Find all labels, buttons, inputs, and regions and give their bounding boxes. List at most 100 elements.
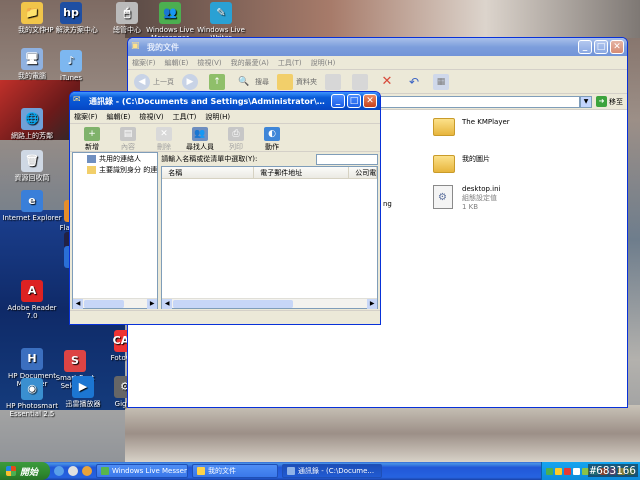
new-contact-button[interactable]: + 新增 [74,127,110,152]
back-button[interactable]: ◀ 上一頁 [134,73,174,90]
explorer-title: 我的文件 [147,42,179,52]
tree-item-main-identity[interactable]: 主要識別身分 的連 [73,164,157,175]
minimize-button[interactable]: _ [331,94,345,108]
list-scrollbar[interactable]: ◀ ▶ [162,298,378,309]
views-button[interactable]: ▦ [433,73,452,90]
desktop-icon[interactable]: 🗑 資源回收筒 [1,150,63,182]
quicklaunch-ie-icon[interactable] [54,466,64,476]
close-button[interactable]: ✕ [363,94,377,108]
maximize-button[interactable]: □ [347,94,361,108]
find-people-button[interactable]: 👥 尋找人員 [182,127,218,152]
forward-button[interactable]: ▶ [182,73,201,90]
close-button[interactable]: ✕ [610,40,624,54]
forward-arrow-icon: ▶ [182,73,198,90]
menu-tools[interactable]: 工具(T) [173,112,197,122]
tray-icon[interactable] [573,467,580,475]
menu-edit[interactable]: 編輯(E) [165,58,189,68]
quicklaunch-desktop-icon[interactable] [68,466,78,476]
up-button[interactable]: ↑ [209,73,228,90]
properties-icon: ▤ [120,127,136,141]
column-header-name[interactable]: 名稱 [162,167,255,178]
desktop-icon-image: 🌐 [21,108,43,130]
start-button[interactable]: 開始 [0,462,50,480]
print-button[interactable]: ⎙ 列印 [218,127,254,152]
scroll-thumb[interactable] [84,300,124,308]
taskbar-task[interactable]: 我的文件 [192,464,278,478]
move-icon [325,73,341,90]
explorer-titlebar[interactable]: ▣ 我的文件 _ □ ✕ [128,38,627,56]
taskbar: 開始 Windows Live Messen... 我的文件 通訊錄 - (C:… [0,462,640,480]
search-input[interactable] [316,153,379,165]
address-dropdown-button[interactable]: ▼ [580,95,592,108]
desktop-icon-label: HP 解決方案中心 [44,26,98,34]
go-button[interactable]: ➜ 移至 [596,96,623,107]
menu-view[interactable]: 檢視(V) [139,112,163,122]
properties-button[interactable]: ▤ 內容 [110,127,146,152]
file-name: 我的圖片 [462,155,490,163]
menu-help[interactable]: 說明(H) [205,112,230,122]
copy-to-button[interactable] [352,73,371,90]
start-label: 開始 [20,467,39,478]
addressbook-titlebar[interactable]: ✉ 通訊錄 - (C:\Documents and Settings\Admin… [70,92,380,110]
delete-button[interactable]: ✕ [379,74,398,90]
up-folder-icon: ↑ [209,73,225,90]
search-button[interactable]: 🔍 搜尋 [236,74,269,90]
tree-item-shared-contacts[interactable]: 共用的連絡人 [73,153,157,164]
column-header-company[interactable]: 公司電 [349,167,378,178]
folder-icon [87,165,96,174]
desktop-icon-image: 🖱 [116,2,138,24]
scroll-left-icon[interactable]: ◀ [162,299,173,309]
tray-icon[interactable] [555,467,562,475]
desktop-icon[interactable]: A Adobe Reader 7.0 [1,280,63,320]
go-arrow-icon: ➜ [596,96,607,107]
folders-button[interactable]: 資料夾 [277,73,317,90]
desktop-icon-image: hp [60,2,82,24]
action-button[interactable]: ◐ 動作 [254,127,290,152]
desktop-icon[interactable]: ♪ iTunes [40,50,102,82]
menu-help[interactable]: 說明(H) [311,58,336,68]
scroll-right-icon[interactable]: ▶ [147,299,158,309]
file-name: The KMPlayer [462,118,510,126]
desktop-icon-label: 資源回收筒 [14,174,50,182]
maximize-button[interactable]: □ [594,40,608,54]
menu-file[interactable]: 檔案(F) [74,112,98,122]
toolbar-label: 動作 [265,143,279,151]
desktop-icon[interactable]: ✎Windows Live Writer [190,2,252,42]
folder-tree[interactable]: 共用的連絡人 主要識別身分 的連 ◀ ▶ [72,152,159,309]
tray-icon[interactable] [546,467,553,475]
addressbook-toolbar: + 新增 ▤ 內容 ✕ 刪除 👥 尋找人員 ⎙ 列印 ◐ 動作 [70,124,380,152]
menu-favorites[interactable]: 我的最愛(A) [231,58,269,68]
contacts-list[interactable]: 名稱 電子郵件地址 公司電 ◀ ▶ [161,166,379,309]
menu-view[interactable]: 檢視(V) [197,58,221,68]
undo-icon: ↶ [408,74,420,89]
minimize-button[interactable]: _ [578,40,592,54]
file-item[interactable]: The KMPlayer [433,118,510,136]
toolbar-label: 刪除 [157,143,171,151]
addressbook-menubar: 檔案(F) 編輯(E) 檢視(V) 工具(T) 說明(H) [70,110,380,124]
delete-button[interactable]: ✕ 刪除 [146,127,182,152]
tray-icon[interactable] [564,467,571,475]
desktop-icon[interactable]: 🌐 網路上的芳鄰 [1,108,63,140]
desktop-icon[interactable]: hp HP 解決方案中心 [40,2,102,34]
menu-file[interactable]: 檔案(F) [132,58,156,68]
scroll-left-icon[interactable]: ◀ [73,299,83,309]
file-item[interactable]: 我的圖片 [433,155,490,173]
menu-edit[interactable]: 編輯(E) [107,112,131,122]
move-to-button[interactable] [325,73,344,90]
scroll-right-icon[interactable]: ▶ [367,299,378,309]
undo-button[interactable]: ↶ [406,74,425,90]
taskbar-task[interactable]: Windows Live Messen... [96,464,188,478]
addressbook-window[interactable]: ✉ 通訊錄 - (C:\Documents and Settings\Admin… [69,91,381,325]
watermark: #683166 [587,464,638,477]
tree-scrollbar[interactable]: ◀ ▶ [73,298,158,309]
desktop-icon-image: H [21,348,43,370]
file-item[interactable]: desktop.ini 組態設定值 1 KB [433,185,500,212]
taskbar-task[interactable]: 通訊錄 - (C:\Docume... [282,464,382,478]
task-label: 我的文件 [208,467,236,475]
quicklaunch-media-icon[interactable] [82,466,92,476]
desktop-icon-image: ▶ [72,376,94,398]
scroll-thumb[interactable] [173,300,294,308]
column-header-email[interactable]: 電子郵件地址 [254,167,350,178]
menu-tools[interactable]: 工具(T) [278,58,302,68]
pictures-folder-icon [433,155,455,173]
